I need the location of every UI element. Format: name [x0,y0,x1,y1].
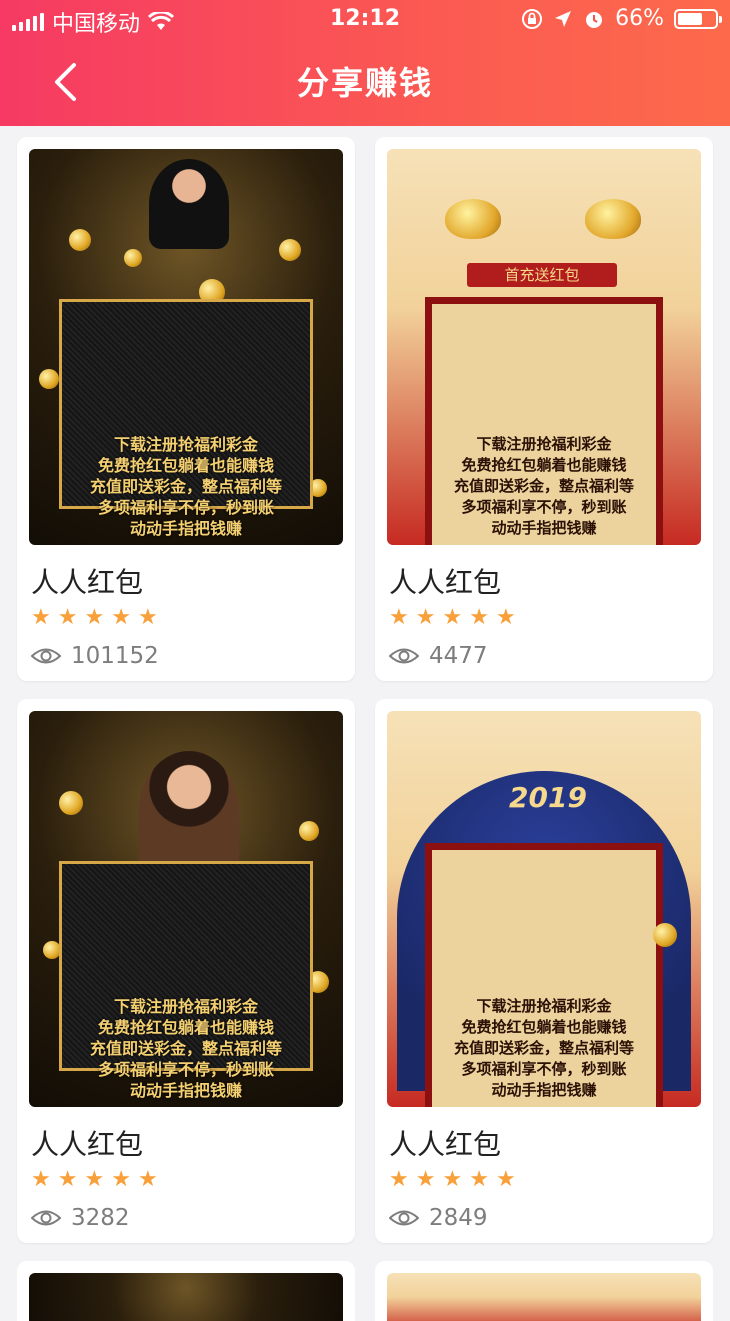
location-icon [555,10,572,27]
view-count-value: 3282 [71,1205,130,1231]
view-count-value: 2849 [429,1205,488,1231]
star-icon: ★ [84,605,105,630]
poster-line: 免费抢红包躺着也能赚钱 [97,456,274,475]
rating-stars: ★ ★ ★ ★ ★ [31,607,158,629]
poster-line: 免费抢红包躺着也能赚钱 [97,1018,274,1037]
eye-icon [389,648,419,664]
card-title: 人人红包 [389,1128,502,1161]
card-title: 人人红包 [31,1128,144,1161]
poster-line: 充值即送彩金，整点福利等 [89,477,282,496]
rotation-lock-icon [522,8,543,29]
star-icon: ★ [111,605,131,630]
share-card[interactable]: 首充送红包 下载注册抢福利彩金 免费抢红包躺着也能赚钱 充值即送彩金，整点福利等… [375,137,713,681]
poster-image[interactable]: 首充送红包 下载注册抢福利彩金 免费抢红包躺着也能赚钱 充值即送彩金，整点福利等… [387,149,701,545]
eye-icon [31,648,61,664]
poster-image[interactable] [387,1273,701,1321]
star-icon: ★ [84,1167,105,1192]
share-card[interactable]: 2019 下载注册抢福利彩金 免费抢红包躺着也能赚钱 充值即送彩金，整点福利等 … [375,699,713,1243]
share-card[interactable]: 下载注册抢福利彩金 免费抢红包躺着也能赚钱 充值即送彩金，整点福利等 多项福利享… [17,699,355,1243]
star-icon: ★ [442,1167,463,1192]
poster-line: 下载注册抢福利彩金 [113,435,258,454]
poster-year: 2019 [509,781,587,814]
poster-line: 充值即送彩金，整点福利等 [453,477,634,495]
view-count: 2849 [389,1205,488,1231]
star-icon: ★ [57,1167,78,1192]
share-card[interactable] [17,1261,355,1321]
poster-line: 充值即送彩金，整点福利等 [453,1039,634,1057]
poster-line: 充值即送彩金，整点福利等 [89,1039,282,1058]
poster-line: 下载注册抢福利彩金 [113,997,258,1016]
poster-line: 动动手指把钱赚 [491,1081,597,1099]
star-icon: ★ [57,605,78,630]
star-icon: ★ [137,605,158,630]
share-card[interactable]: 下载注册抢福利彩金 免费抢红包躺着也能赚钱 充值即送彩金，整点福利等 多项福利享… [17,137,355,681]
view-count: 3282 [31,1205,130,1231]
eye-icon [389,1210,419,1226]
poster-line: 多项福利享不停，秒到账 [461,1060,627,1078]
star-icon: ★ [31,1167,51,1192]
poster-line: 下载注册抢福利彩金 [476,435,612,453]
status-bar: 中国移动 12:12 66% [0,0,730,40]
star-icon: ★ [137,1167,158,1192]
star-icon: ★ [389,1167,409,1192]
alarm-icon [586,11,603,28]
star-icon: ★ [469,605,489,630]
poster-line: 多项福利享不停，秒到账 [97,498,274,517]
poster-banner: 首充送红包 [467,263,617,287]
card-title: 人人红包 [31,566,144,599]
rating-stars: ★ ★ ★ ★ ★ [31,1169,158,1191]
poster-line: 动动手指把钱赚 [129,1081,242,1100]
star-icon: ★ [31,605,51,630]
page-title: 分享赚钱 [296,64,433,102]
view-count-value: 101152 [71,643,159,669]
star-icon: ★ [442,605,463,630]
poster-line: 动动手指把钱赚 [491,519,597,537]
app-header: 中国移动 12:12 66% 分享赚钱 [0,0,730,126]
battery-icon [674,8,722,29]
poster-line: 下载注册抢福利彩金 [476,997,612,1015]
eye-icon [31,1210,61,1226]
poster-line: 多项福利享不停，秒到账 [461,498,627,516]
poster-line: 免费抢红包躺着也能赚钱 [461,1018,627,1036]
poster-image[interactable]: 下载注册抢福利彩金 免费抢红包躺着也能赚钱 充值即送彩金，整点福利等 多项福利享… [29,711,343,1107]
star-icon: ★ [495,605,516,630]
rating-stars: ★ ★ ★ ★ ★ [389,1169,516,1191]
star-icon: ★ [495,1167,516,1192]
poster-image[interactable] [29,1273,343,1321]
poster-image[interactable]: 2019 下载注册抢福利彩金 免费抢红包躺着也能赚钱 充值即送彩金，整点福利等 … [387,711,701,1107]
poster-image[interactable]: 下载注册抢福利彩金 免费抢红包躺着也能赚钱 充值即送彩金，整点福利等 多项福利享… [29,149,343,545]
star-icon: ★ [111,1167,131,1192]
view-count: 101152 [31,643,159,669]
star-icon: ★ [415,1167,436,1192]
battery-percent: 66% [615,6,664,31]
view-count: 4477 [389,643,488,669]
poster-line: 多项福利享不停，秒到账 [97,1060,274,1079]
share-card[interactable] [375,1261,713,1321]
card-title: 人人红包 [389,566,502,599]
nav-bar: 分享赚钱 [0,44,730,120]
rating-stars: ★ ★ ★ ★ ★ [389,607,516,629]
star-icon: ★ [389,605,409,630]
star-icon: ★ [415,605,436,630]
star-icon: ★ [469,1167,489,1192]
poster-line: 动动手指把钱赚 [129,519,242,538]
poster-line: 免费抢红包躺着也能赚钱 [461,456,627,474]
view-count-value: 4477 [429,643,488,669]
